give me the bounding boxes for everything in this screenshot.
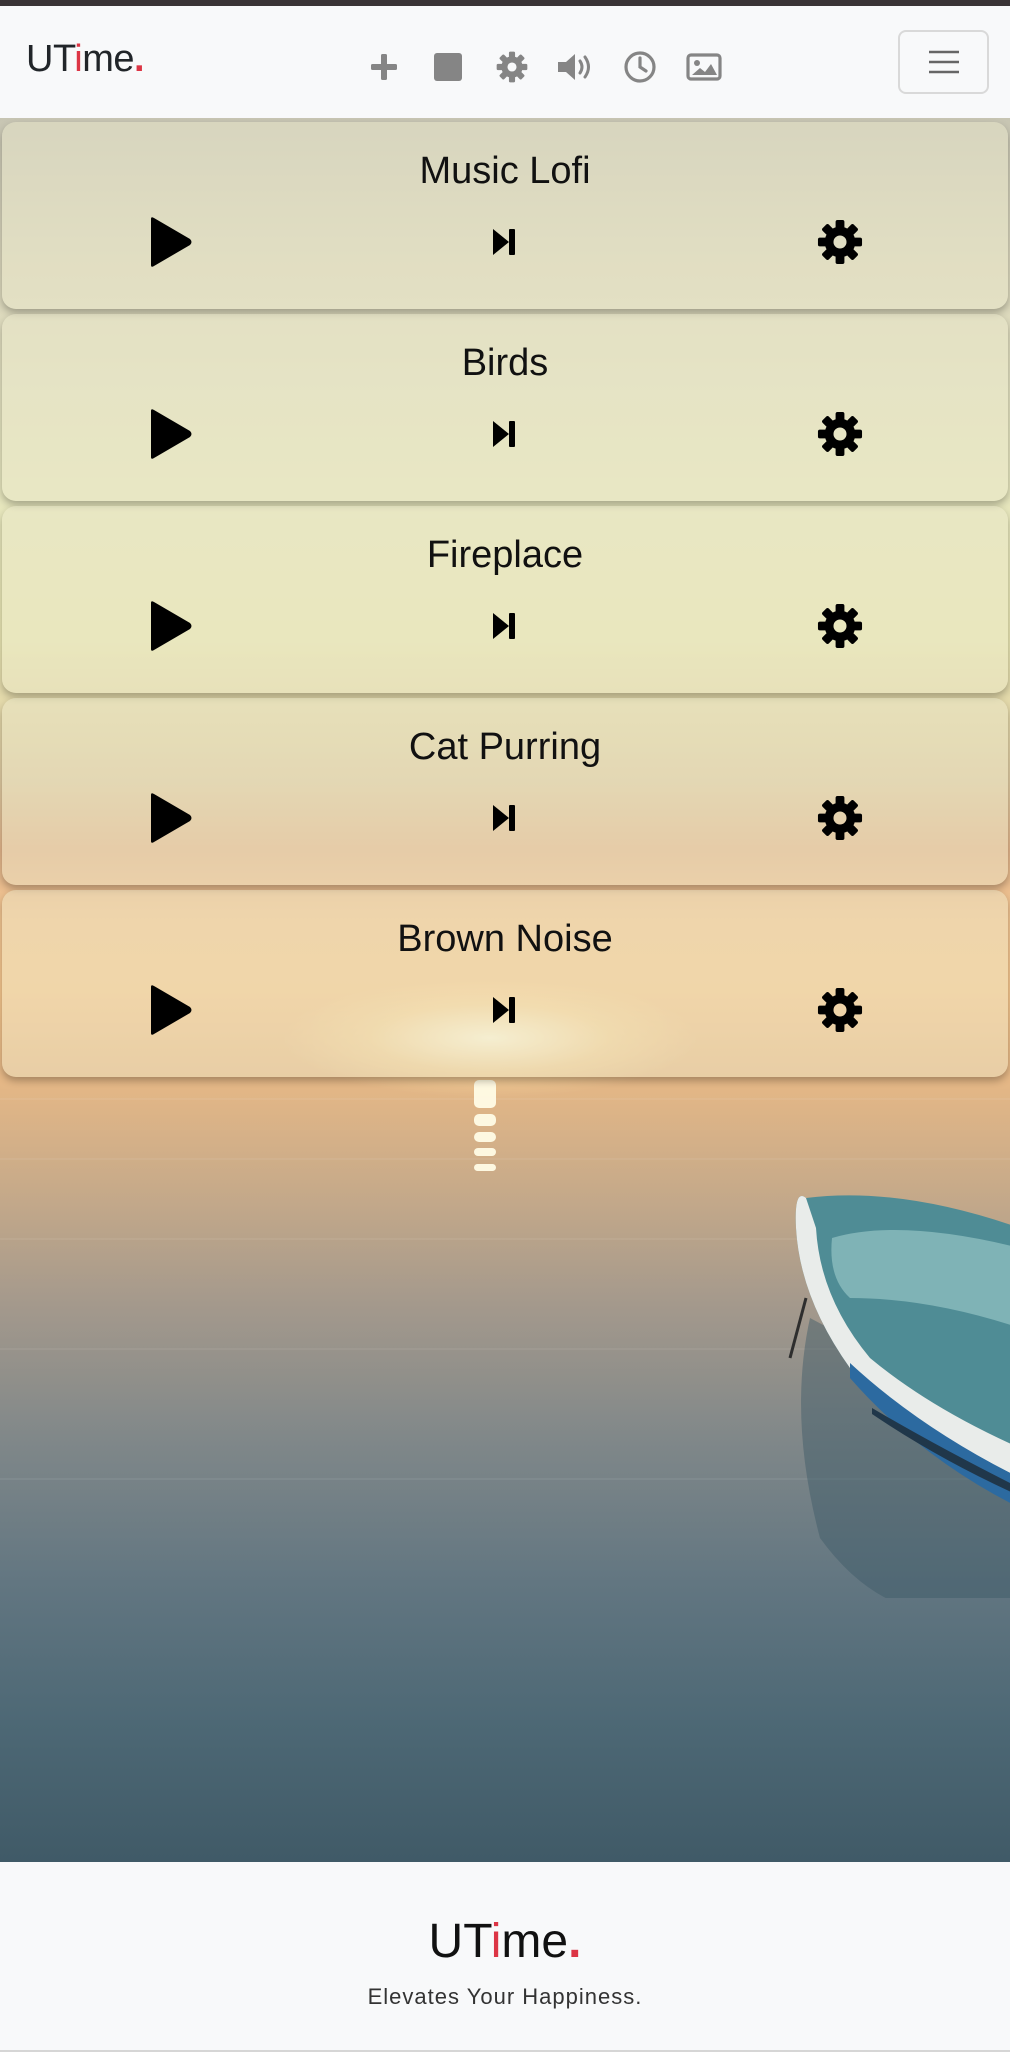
skip-next-icon	[493, 805, 515, 831]
gear-icon	[496, 51, 528, 83]
sound-card: Music Lofi	[2, 122, 1008, 309]
brand-prefix: UT	[26, 38, 75, 80]
sound-settings-button[interactable]	[810, 214, 870, 270]
skip-next-icon	[493, 997, 515, 1023]
timer-button[interactable]	[620, 47, 660, 87]
sound-settings-button[interactable]	[810, 790, 870, 846]
sun-reflection	[474, 1080, 496, 1180]
clock-icon	[624, 51, 656, 83]
play-icon	[151, 793, 192, 843]
brand-logo[interactable]: UTime.	[26, 38, 145, 81]
footer-brand-dot: .	[568, 1915, 582, 1968]
skip-next-icon	[493, 229, 515, 255]
hamburger-icon	[928, 50, 959, 74]
next-track-button[interactable]	[474, 598, 534, 654]
sound-title: Cat Purring	[408, 726, 602, 768]
gear-icon	[817, 411, 863, 457]
gear-icon	[817, 795, 863, 841]
stop-icon	[434, 53, 462, 81]
skip-next-icon	[493, 613, 515, 639]
brand-highlight: i	[74, 38, 83, 80]
sound-title: Brown Noise	[397, 918, 613, 960]
sound-settings-button[interactable]	[810, 406, 870, 462]
navbar: UTime.	[0, 6, 1010, 118]
footer-brand-logo: UTime.	[0, 1914, 1010, 1969]
play-button[interactable]	[140, 598, 200, 654]
brand-dot: .	[134, 38, 145, 80]
play-button[interactable]	[140, 790, 200, 846]
boat-image	[788, 1195, 1010, 1598]
play-button[interactable]	[140, 406, 200, 462]
add-sound-button[interactable]	[364, 47, 404, 87]
play-button[interactable]	[140, 214, 200, 270]
plus-icon	[371, 54, 397, 80]
sound-card: Brown Noise	[2, 890, 1008, 1077]
play-button[interactable]	[140, 982, 200, 1038]
volume-icon	[558, 54, 590, 80]
sound-title: Birds	[461, 342, 549, 384]
next-track-button[interactable]	[474, 790, 534, 846]
next-track-button[interactable]	[474, 406, 534, 462]
play-icon	[151, 985, 192, 1035]
sound-card: Birds	[2, 314, 1008, 501]
play-icon	[151, 217, 192, 267]
background-image-button[interactable]	[684, 47, 724, 87]
sound-title: Music Lofi	[419, 150, 591, 192]
gear-icon	[817, 603, 863, 649]
footer-tagline: Elevates Your Happiness.	[367, 1984, 643, 2009]
gear-icon	[817, 219, 863, 265]
next-track-button[interactable]	[474, 214, 534, 270]
sound-settings-button[interactable]	[810, 598, 870, 654]
menu-toggle-button[interactable]	[898, 30, 989, 94]
volume-button[interactable]	[556, 47, 596, 87]
footer-brand-suffix: me	[501, 1915, 569, 1968]
sound-card: Fireplace	[2, 506, 1008, 693]
next-track-button[interactable]	[474, 982, 534, 1038]
sound-title: Fireplace	[426, 534, 584, 576]
nav-icon-bar	[364, 42, 724, 92]
footer-brand-prefix: UT	[428, 1915, 491, 1968]
footer: UTime. Elevates Your Happiness.	[0, 1862, 1010, 2052]
sound-settings-button[interactable]	[810, 982, 870, 1038]
sound-list: Music Lofi Birds Fireplace Cat Purring B…	[2, 122, 1010, 1082]
skip-next-icon	[493, 421, 515, 447]
settings-button[interactable]	[492, 47, 532, 87]
image-icon	[686, 53, 722, 81]
play-icon	[151, 409, 192, 459]
stop-all-button[interactable]	[428, 47, 468, 87]
brand-suffix: me	[82, 38, 134, 80]
play-icon	[151, 601, 192, 651]
gear-icon	[817, 987, 863, 1033]
footer-brand-highlight: i	[490, 1915, 502, 1968]
sound-card: Cat Purring	[2, 698, 1008, 885]
